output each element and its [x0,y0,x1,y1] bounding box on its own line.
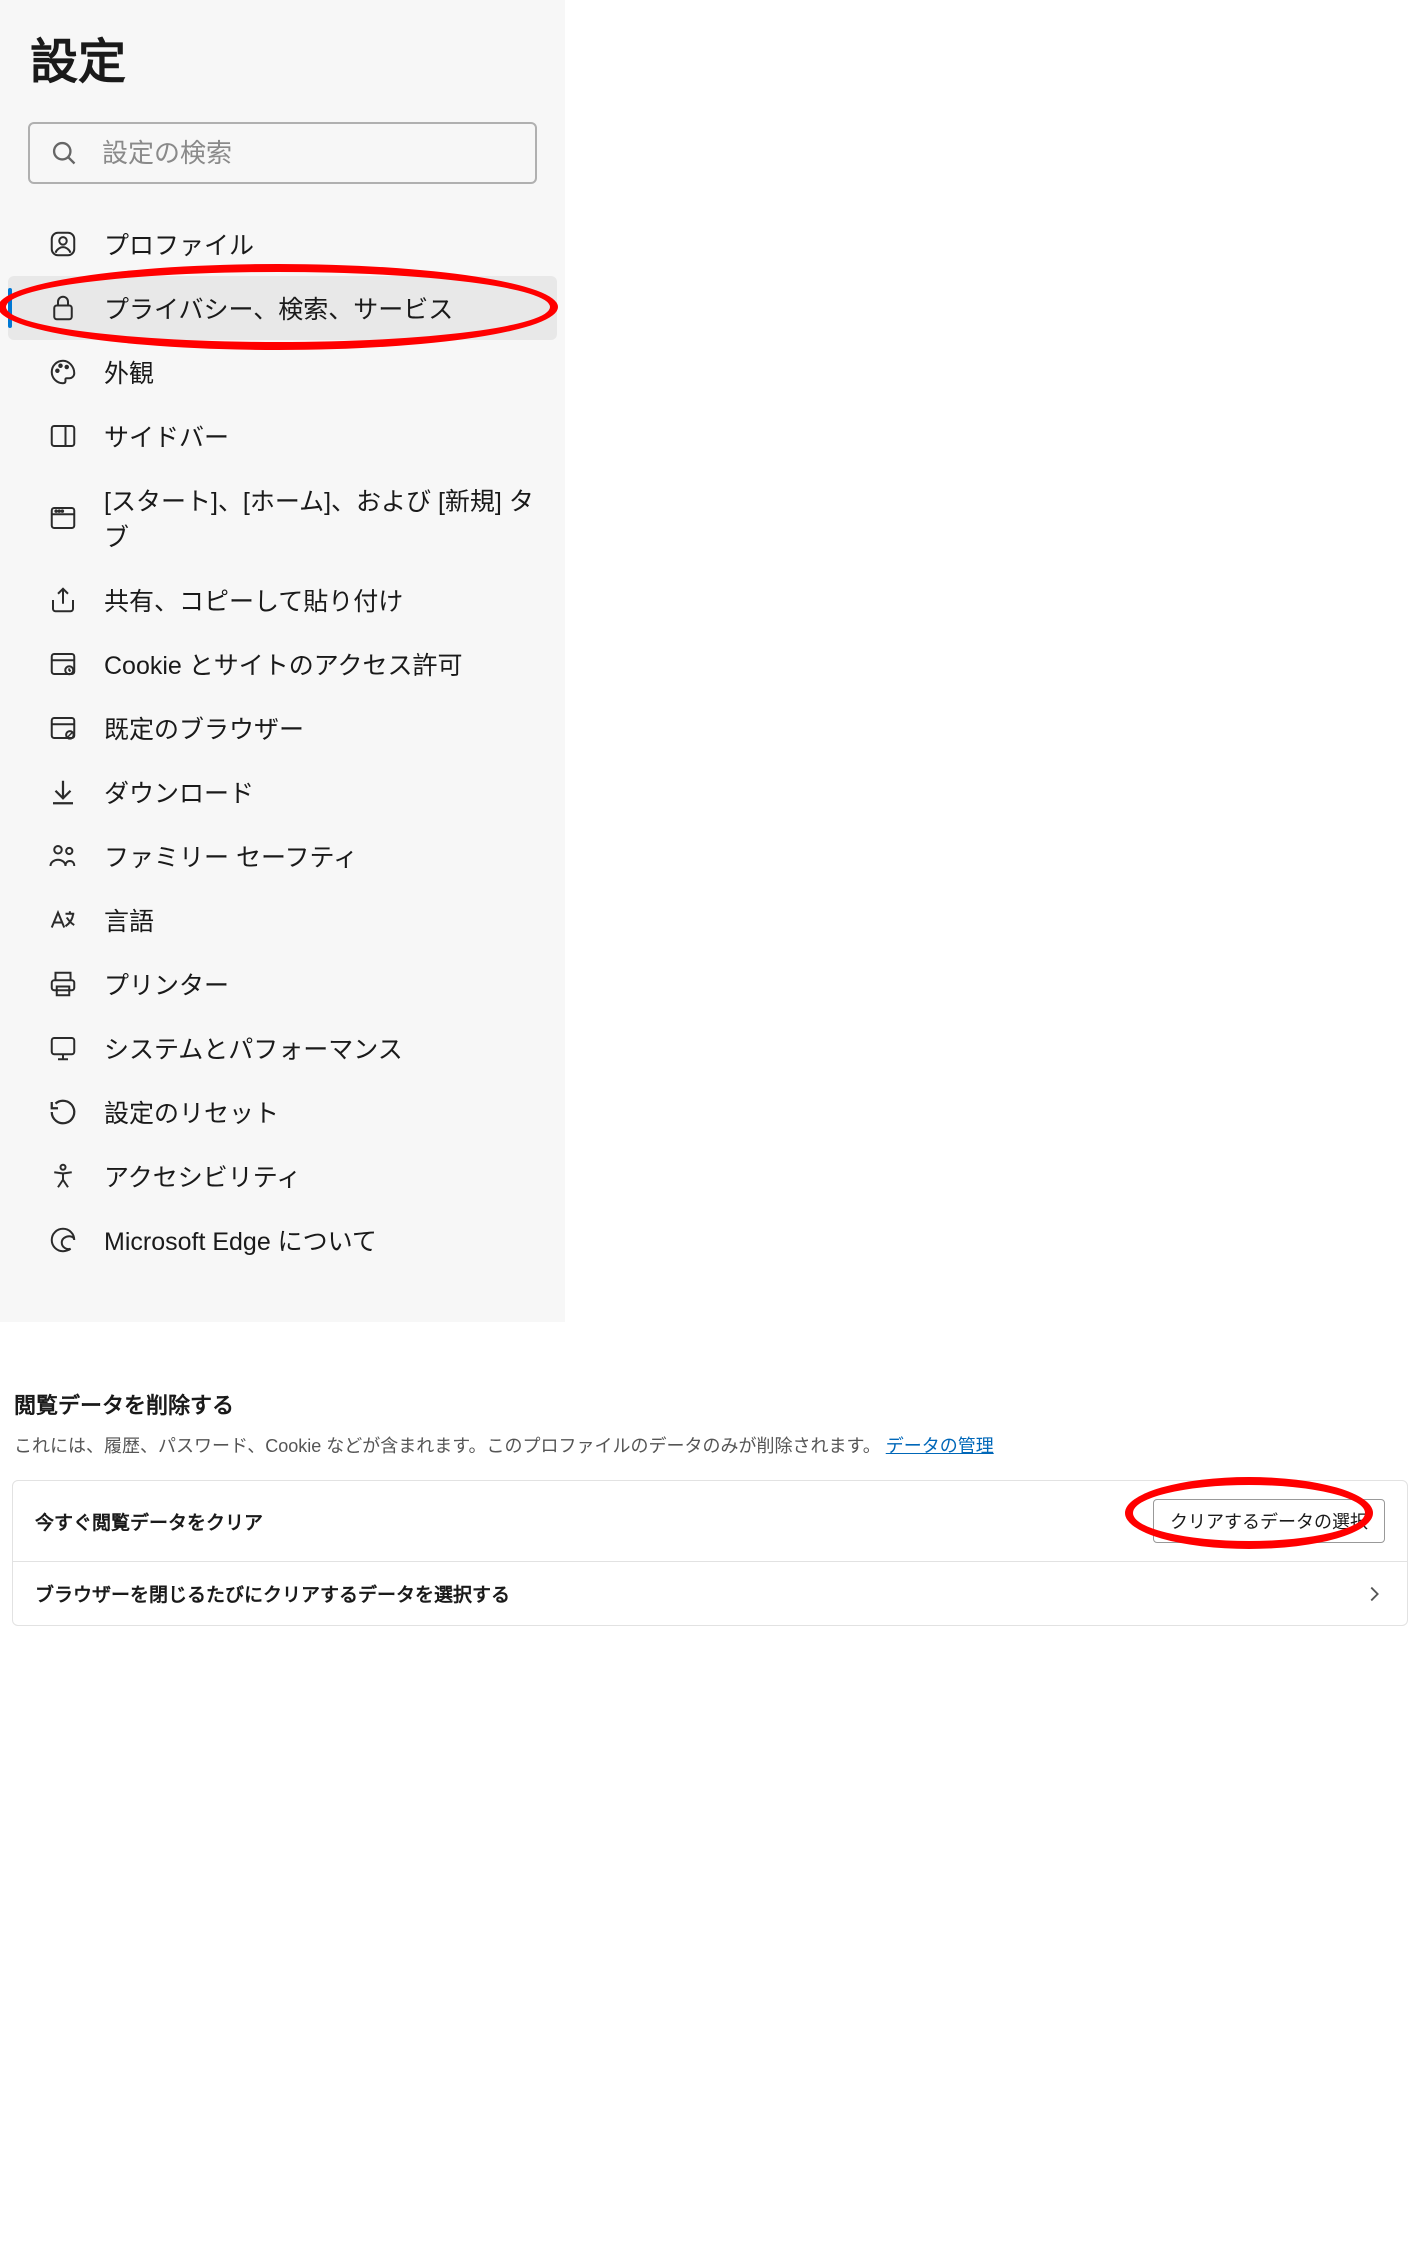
clear-now-label: 今すぐ閲覧データをクリア [35,1508,263,1535]
nav-item-share[interactable]: 共有、コピーして貼り付け [8,568,557,632]
nav-label: プリンター [104,966,229,1002]
clear-now-row[interactable]: 今すぐ閲覧データをクリア クリアするデータの選択 [13,1481,1407,1561]
nav-item-start[interactable]: [スタート]、[ホーム]、および [新規] タブ [8,468,557,568]
section-title: 閲覧データを削除する [0,1388,1420,1432]
accessibility-icon [48,1161,78,1191]
lock-icon [48,293,78,323]
data-management-link[interactable]: データの管理 [886,1436,994,1456]
profile-icon [48,229,78,259]
nav-wrapper-privacy: プライバシー、検索、サービス [8,276,557,340]
button-wrapper: クリアするデータの選択 [1153,1499,1385,1543]
nav-item-about[interactable]: Microsoft Edge について [8,1208,557,1272]
sidebar-icon [48,421,78,451]
window-icon [48,503,78,533]
nav-item-system[interactable]: システムとパフォーマンス [8,1016,557,1080]
section-description: これには、履歴、パスワード、Cookie などが含まれます。このプロファイルのデ… [0,1432,1420,1480]
nav-item-default-browser[interactable]: 既定のブラウザー [8,696,557,760]
nav-item-downloads[interactable]: ダウンロード [8,760,557,824]
nav-item-accessibility[interactable]: アクセシビリティ [8,1144,557,1208]
edge-icon [48,1225,78,1255]
browser-icon [48,713,78,743]
clear-on-close-row[interactable]: ブラウザーを閉じるたびにクリアするデータを選択する [13,1561,1407,1625]
nav-item-family[interactable]: ファミリー セーフティ [8,824,557,888]
nav-item-profile[interactable]: プロファイル [8,212,557,276]
nav-item-printers[interactable]: プリンター [8,952,557,1016]
nav-label: システムとパフォーマンス [104,1030,403,1066]
search-input[interactable] [28,122,537,184]
page-title: 設定 [0,10,565,112]
reset-icon [48,1097,78,1127]
family-icon [48,841,78,871]
content-panel: 閲覧データを削除する これには、履歴、パスワード、Cookie などが含まれます… [0,1352,1420,1626]
nav-item-languages[interactable]: 言語 [8,888,557,952]
nav-label: 外観 [104,354,154,390]
settings-nav: プロファイル プライバシー、検索、サービス [0,212,565,1272]
nav-label: 既定のブラウザー [104,710,304,746]
section-description-text: これには、履歴、パスワード、Cookie などが含まれます。このプロファイルのデ… [14,1436,881,1456]
nav-item-reset[interactable]: 設定のリセット [8,1080,557,1144]
nav-item-privacy[interactable]: プライバシー、検索、サービス [8,276,557,340]
nav-label: アクセシビリティ [104,1158,301,1194]
search-icon [50,139,78,167]
nav-label: ダウンロード [104,774,254,810]
nav-label: ファミリー セーフティ [104,838,358,874]
clear-data-card: 今すぐ閲覧データをクリア クリアするデータの選択 ブラウザーを閉じるたびにクリア… [12,1480,1408,1626]
nav-label: Cookie とサイトのアクセス許可 [104,646,463,682]
nav-label: 設定のリセット [104,1094,279,1130]
nav-label: サイドバー [104,418,229,454]
clear-on-close-label: ブラウザーを閉じるたびにクリアするデータを選択する [35,1580,510,1607]
download-icon [48,777,78,807]
nav-label: Microsoft Edge について [104,1222,377,1258]
cookie-icon [48,649,78,679]
nav-label: プライバシー、検索、サービス [104,290,453,326]
choose-what-to-clear-button[interactable]: クリアするデータの選択 [1153,1499,1385,1543]
printer-icon [48,969,78,999]
nav-item-appearance[interactable]: 外観 [8,340,557,404]
search-container [28,122,537,184]
nav-item-sidebar[interactable]: サイドバー [8,404,557,468]
share-icon [48,585,78,615]
nav-label: [スタート]、[ホーム]、および [新規] タブ [104,482,537,554]
nav-label: 共有、コピーして貼り付け [104,582,403,618]
settings-sidebar: 設定 プロファイル [0,0,565,1322]
system-icon [48,1033,78,1063]
palette-icon [48,357,78,387]
chevron-right-icon [1363,1583,1385,1605]
nav-label: プロファイル [104,226,254,262]
language-icon [48,905,78,935]
nav-label: 言語 [104,902,154,938]
nav-item-cookies[interactable]: Cookie とサイトのアクセス許可 [8,632,557,696]
